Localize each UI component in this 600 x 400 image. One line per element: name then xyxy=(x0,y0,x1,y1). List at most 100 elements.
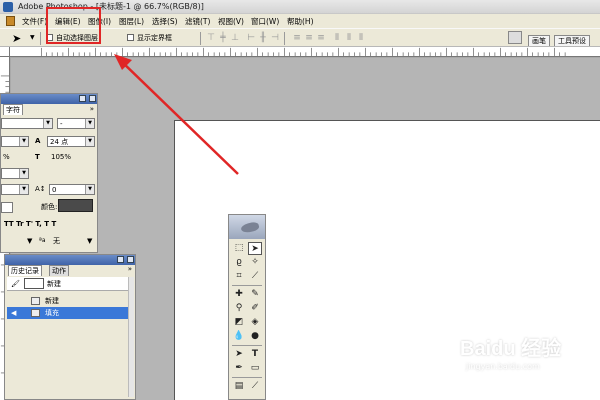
baseline-shift-value: 0 xyxy=(52,186,57,194)
history-item-selected[interactable]: ◀ 填充 xyxy=(7,307,129,319)
history-brush-icon[interactable]: 🖌 xyxy=(11,279,20,289)
notes-tool-icon[interactable]: ▤ xyxy=(232,380,246,393)
slice-tool-icon[interactable]: ⟋ xyxy=(248,270,262,283)
minimize-icon[interactable] xyxy=(79,95,86,102)
close-icon[interactable] xyxy=(89,95,96,102)
file-browser-icon[interactable] xyxy=(508,31,522,44)
blur-tool-icon[interactable]: 💧 xyxy=(232,330,246,343)
show-bounding-box-checkbox[interactable] xyxy=(127,34,134,41)
menu-view[interactable]: 视图(V) xyxy=(218,16,244,27)
history-state-icon xyxy=(31,309,40,317)
distribute-right-icon[interactable]: ⫴ xyxy=(356,33,366,43)
document-icon[interactable] xyxy=(6,16,15,26)
history-item-label: 新建 xyxy=(45,297,59,305)
type-style-buttons[interactable]: TT Tr T' T, T T xyxy=(4,219,56,229)
watermark-text: Baidu 经验 xyxy=(460,338,562,360)
magic-wand-tool-icon[interactable]: ✧ xyxy=(248,256,262,269)
snapshot-label: 新建 xyxy=(47,280,61,288)
align-bottom-icon[interactable]: ⊥ xyxy=(230,33,240,43)
watermark-url: jingyan.baidu.com xyxy=(466,362,540,371)
history-item[interactable]: 新建 xyxy=(7,295,129,307)
separator xyxy=(200,32,201,45)
align-middle-icon[interactable]: ╪ xyxy=(218,33,228,43)
menu-file[interactable]: 文件(F) xyxy=(22,16,47,27)
chevron-down-icon[interactable]: ▼ xyxy=(30,34,35,41)
move-tool-icon[interactable]: ➤ xyxy=(248,242,262,255)
font-size-field[interactable]: ▼ xyxy=(1,136,29,147)
distribute-middle-icon[interactable]: ≡ xyxy=(304,33,314,43)
marquee-tool-icon[interactable]: ⬚ xyxy=(232,242,246,255)
eyedropper-tool-icon[interactable]: ⟋ xyxy=(248,380,262,393)
history-brush-tool-icon[interactable]: ✐ xyxy=(248,302,262,315)
history-scrollbar[interactable] xyxy=(128,277,134,397)
align-left-icon[interactable]: ⊢ xyxy=(246,33,256,43)
scale-field[interactable] xyxy=(1,202,13,213)
annotation-highlight-box xyxy=(46,7,101,44)
chevron-down-icon[interactable]: ▼ xyxy=(27,236,32,246)
panel-title-bar[interactable] xyxy=(5,255,135,265)
palette-tab-tool-presets[interactable]: 工具预设 xyxy=(554,35,590,46)
history-state-icon xyxy=(31,297,40,305)
panel-title-bar[interactable] xyxy=(1,94,97,104)
palette-tab-brushes[interactable]: 画笔 xyxy=(528,35,550,46)
distribute-center-icon[interactable]: ⫴ xyxy=(344,33,354,43)
dodge-tool-icon[interactable]: ● xyxy=(248,330,262,343)
panel-menu-icon[interactable]: » xyxy=(128,265,132,273)
minimize-icon[interactable] xyxy=(117,256,124,263)
snapshot-thumbnail xyxy=(24,278,44,289)
lasso-tool-icon[interactable]: ϱ xyxy=(232,256,246,269)
rectangle-tool-icon[interactable]: ▭ xyxy=(248,362,262,375)
leading-field[interactable]: 24 点 ▼ xyxy=(47,136,95,147)
anti-alias-value[interactable]: 无 xyxy=(53,236,60,246)
type-tool-icon[interactable]: T xyxy=(248,348,262,361)
feather-logo-icon xyxy=(240,220,260,235)
photoshop-app-icon xyxy=(3,2,13,12)
align-right-icon[interactable]: ⊣ xyxy=(270,33,280,43)
panel-menu-icon[interactable]: » xyxy=(90,105,94,113)
path-selection-tool-icon[interactable]: ➤ xyxy=(232,348,246,361)
menu-window[interactable]: 窗口(W) xyxy=(251,16,279,27)
watermark: Baidu 经验 jingyan.baidu.com xyxy=(460,332,600,382)
history-state-marker-icon: ◀ xyxy=(11,309,17,317)
align-center-icon[interactable]: ╫ xyxy=(258,33,268,43)
ruler-origin[interactable] xyxy=(0,47,10,57)
history-snapshot[interactable]: 🖌 新建 xyxy=(7,277,134,291)
paint-bucket-tool-icon[interactable]: ◈ xyxy=(248,316,262,329)
align-top-icon[interactable]: ⊤ xyxy=(206,33,216,43)
font-style-value: - xyxy=(60,120,63,128)
leading-icon: A xyxy=(35,137,41,145)
menu-layer[interactable]: 图层(L) xyxy=(119,16,144,27)
tab-history[interactable]: 历史记录 xyxy=(8,265,42,276)
close-icon[interactable] xyxy=(127,256,134,263)
vertical-scale-icon: T xyxy=(35,153,40,161)
show-bounding-box-label: 显示定界框 xyxy=(137,34,172,42)
kerning-field[interactable]: ▼ xyxy=(1,168,29,179)
crop-tool-icon[interactable]: ⌗ xyxy=(232,270,246,283)
chevron-down-icon[interactable]: ▼ xyxy=(87,236,92,246)
text-color-swatch[interactable] xyxy=(58,199,93,212)
tab-character[interactable]: 字符 xyxy=(3,104,23,115)
move-tool-preset-icon[interactable]: ➤ xyxy=(12,32,21,45)
healing-brush-tool-icon[interactable]: ✚ xyxy=(232,288,246,301)
distribute-bottom-icon[interactable]: ≡ xyxy=(316,33,326,43)
distribute-left-icon[interactable]: ⫴ xyxy=(332,33,342,43)
eraser-tool-icon[interactable]: ◩ xyxy=(232,316,246,329)
separator xyxy=(232,285,262,286)
toolbox: ⬚ ➤ ϱ ✧ ⌗ ⟋ ✚ ✎ ⚲ ✐ ◩ ◈ 💧 ● ➤ T ✒ ▭ ▤ ⟋ xyxy=(228,214,266,400)
tracking-field[interactable]: ▼ xyxy=(1,184,29,195)
pen-tool-icon[interactable]: ✒ xyxy=(232,362,246,375)
tab-actions[interactable]: 动作 xyxy=(49,265,69,276)
menu-select[interactable]: 选择(S) xyxy=(152,16,178,27)
menu-filter[interactable]: 滤镜(T) xyxy=(185,16,210,27)
clone-stamp-tool-icon[interactable]: ⚲ xyxy=(232,302,246,315)
baseline-shift-field[interactable]: 0 ▼ xyxy=(49,184,95,195)
font-family-select[interactable]: ▼ xyxy=(1,118,53,129)
separator xyxy=(284,32,285,45)
menu-help[interactable]: 帮助(H) xyxy=(287,16,314,27)
distribute-top-icon[interactable]: ≡ xyxy=(292,33,302,43)
font-style-select[interactable]: - ▼ xyxy=(57,118,95,129)
separator xyxy=(232,345,262,346)
horizontal-scale-value: % xyxy=(3,153,10,161)
toolbox-header[interactable] xyxy=(229,215,265,239)
brush-tool-icon[interactable]: ✎ xyxy=(248,288,262,301)
